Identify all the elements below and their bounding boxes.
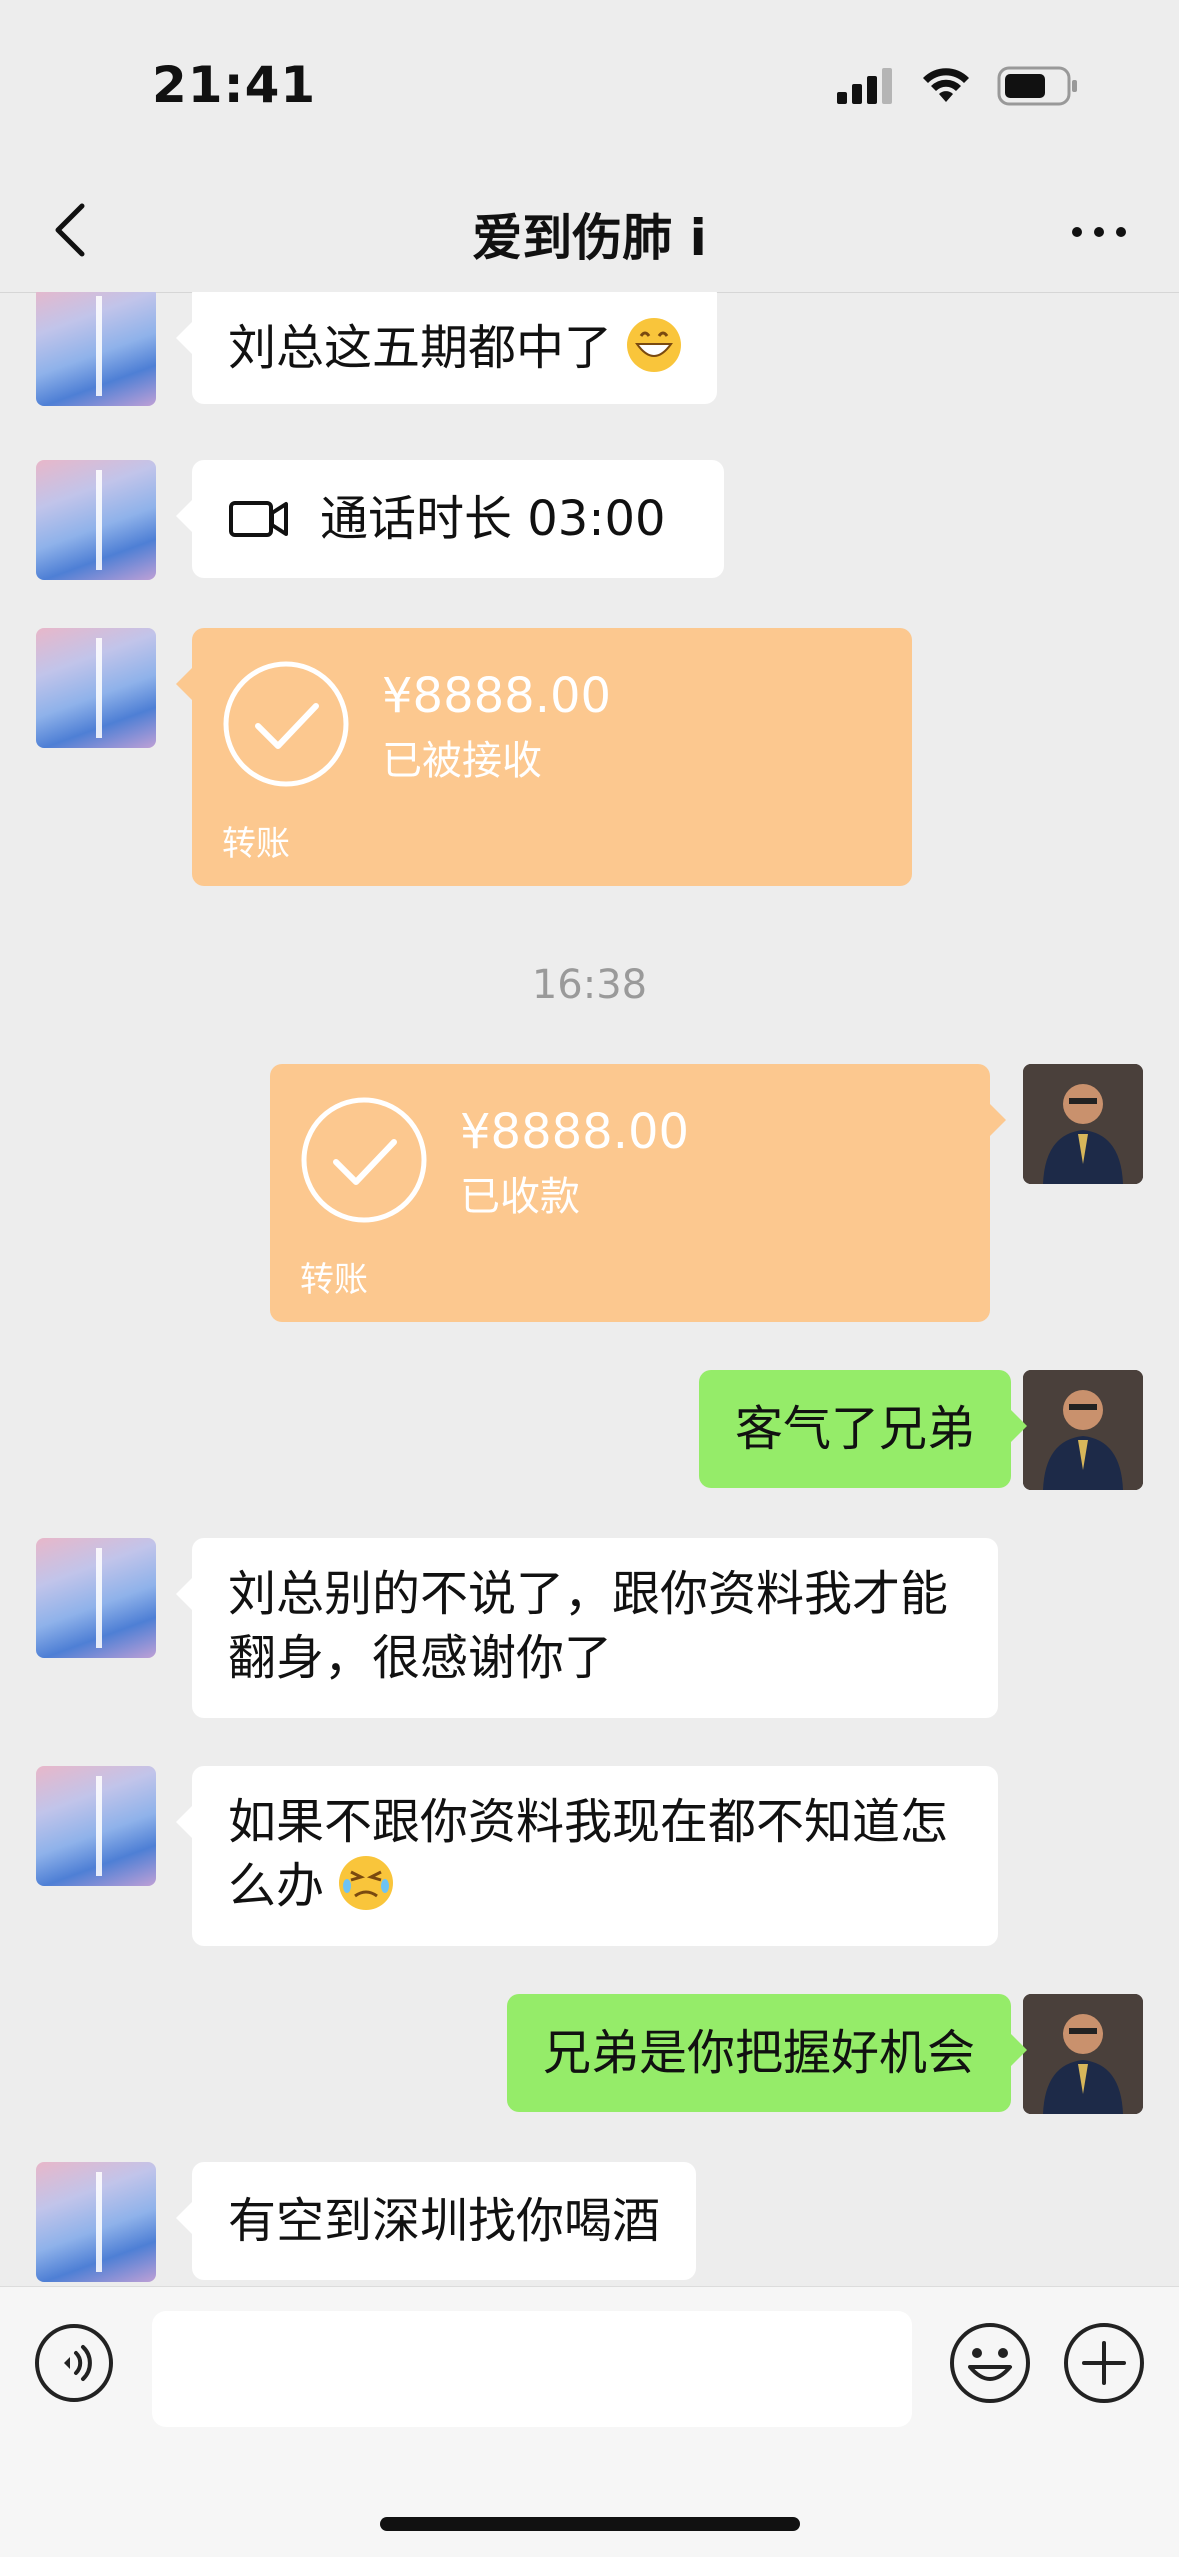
my-avatar[interactable] [1023,1064,1143,1184]
transfer-label: 转账 [300,1260,368,1300]
status-bar: 21:41 [0,0,1179,170]
home-indicator [380,2517,800,2531]
incoming-message[interactable]: 刘总这五期都中了 [175,292,718,404]
call-duration-text: 通话时长 03:00 [320,491,666,547]
checkmark-circle-icon [301,1097,427,1223]
cellular-signal-icon [837,68,892,104]
contact-avatar[interactable] [36,628,156,748]
message-text: 如果不跟你资料我现在都不知道怎么办 [228,1794,949,1914]
status-icons [837,66,1079,106]
battery-icon [997,66,1077,106]
outgoing-message[interactable]: 兄弟是你把握好机会 [506,1994,1028,2112]
checkmark-circle-icon [223,661,349,787]
chat-header: 爱到伤肺 i [0,170,1179,293]
input-bar [0,2286,1179,2557]
message-list[interactable]: 刘总这五期都中了 通话时长 03:00 ¥8888.00 已被接收 转账 16:… [0,292,1179,2286]
transfer-status: 已被接收 [382,738,542,784]
message-text: 客气了兄弟 [734,1401,975,1457]
wifi-icon [923,68,969,102]
contact-avatar[interactable] [36,1766,156,1886]
transfer-message[interactable]: ¥8888.00 已收款 转账 [270,1064,1006,1322]
emoji-picker-icon[interactable] [948,2321,1032,2405]
transfer-label: 转账 [222,824,290,864]
transfer-status: 已收款 [460,1174,580,1220]
transfer-amount: ¥8888.00 [460,1104,690,1160]
message-text: 刘总别的不说了，跟你资料我才能翻身，很感谢你了 [228,1566,949,1686]
contact-avatar[interactable] [36,2162,156,2282]
contact-avatar[interactable] [36,292,156,406]
outgoing-message[interactable]: 客气了兄弟 [698,1370,1028,1488]
grinning-face-emoji-icon [627,318,682,372]
portrait-photo [1023,1064,1143,1184]
contact-avatar[interactable] [36,1538,156,1658]
my-avatar[interactable] [1023,1370,1143,1490]
message-text: 有空到深圳找你喝酒 [228,2193,661,2249]
transfer-message[interactable]: ¥8888.00 已被接收 转账 [176,628,912,886]
incoming-message[interactable]: 如果不跟你资料我现在都不知道怎么办 [176,1766,998,1946]
video-call-record[interactable]: 通话时长 03:00 [176,460,724,578]
message-timestamp: 16:38 [531,962,648,1008]
portrait-photo [1023,1370,1143,1490]
video-call-icon [229,501,288,537]
voice-input-icon[interactable] [34,2323,114,2403]
message-text: 刘总这五期都中了 [228,320,613,376]
incoming-message[interactable]: 有空到深圳找你喝酒 [175,2162,697,2280]
contact-avatar[interactable] [36,460,156,580]
persevering-face-emoji-icon [339,1856,394,1910]
chat-title: 爱到伤肺 i [472,209,707,267]
more-options-icon[interactable] [1069,212,1129,252]
status-time: 21:41 [152,56,317,114]
portrait-photo [1023,1994,1143,2114]
my-avatar[interactable] [1023,1994,1143,2114]
message-text: 兄弟是你把握好机会 [542,2025,975,2081]
message-input[interactable] [152,2311,912,2427]
incoming-message[interactable]: 刘总别的不说了，跟你资料我才能翻身，很感谢你了 [176,1538,998,1718]
more-functions-plus-icon[interactable] [1062,2321,1146,2405]
transfer-amount: ¥8888.00 [382,668,612,724]
